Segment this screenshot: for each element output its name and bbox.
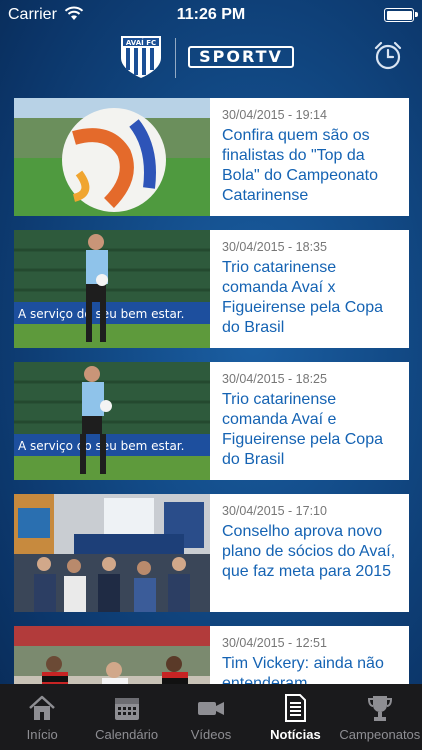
svg-text:AVAÍ FC: AVAÍ FC — [126, 38, 156, 47]
tab-inicio[interactable]: Início — [0, 684, 84, 750]
news-thumbnail — [14, 626, 210, 684]
alarm-clock-icon[interactable] — [372, 40, 404, 72]
news-date: 30/04/2015 - 12:51 — [222, 636, 327, 650]
news-title[interactable]: Tim Vickery: ainda não entenderam — [222, 654, 399, 684]
news-title[interactable]: Conselho aprova novo plano de sócios do … — [222, 522, 399, 582]
news-thumbnail: A serviço do seu bem estar. — [14, 362, 210, 480]
news-card[interactable]: 30/04/2015 - 12:51 Tim Vickery: ainda nã… — [14, 626, 409, 684]
news-title[interactable]: Trio catarinense comanda Avaí e Figueire… — [222, 390, 399, 470]
tab-campeonatos[interactable]: Campeonatos — [338, 684, 422, 750]
trophy-icon — [367, 696, 392, 721]
news-title[interactable]: Confira quem são os finalistas do "Top d… — [222, 126, 399, 206]
tab-label: Calendário — [95, 727, 159, 742]
club-crest-logo: AVAÍ FC — [121, 36, 161, 78]
tab-label: Campeonatos — [339, 727, 421, 742]
tab-bar: Início Calendário Vídeos Notícias Campeo… — [0, 684, 422, 750]
tab-label: Vídeos — [190, 727, 232, 742]
tab-label: Notícias — [270, 727, 321, 742]
header-divider — [175, 38, 176, 78]
news-thumbnail — [14, 494, 210, 612]
news-date: 30/04/2015 - 18:35 — [222, 240, 327, 254]
news-card[interactable]: A serviço do seu bem estar. 30/04/2015 -… — [14, 230, 409, 348]
news-list[interactable]: 30/04/2015 - 19:14 Confira quem são os f… — [0, 98, 422, 684]
app-header: AVAÍ FC SPORTV — [0, 30, 422, 86]
status-bar: Carrier 11:26 PM — [0, 0, 422, 30]
tab-videos[interactable]: Vídeos — [169, 684, 253, 750]
sportv-logo: SPORTV — [188, 46, 294, 68]
news-date: 30/04/2015 - 17:10 — [222, 504, 327, 518]
news-thumbnail: A serviço do seu bem estar. — [14, 230, 210, 348]
news-date: 30/04/2015 - 19:14 — [222, 108, 327, 122]
news-card[interactable]: 30/04/2015 - 19:14 Confira quem são os f… — [14, 98, 409, 216]
video-camera-icon — [198, 702, 225, 715]
news-date: 30/04/2015 - 18:25 — [222, 372, 327, 386]
clock-time: 11:26 PM — [176, 6, 246, 23]
news-card[interactable]: 30/04/2015 - 17:10 Conselho aprova novo … — [14, 494, 409, 612]
tab-noticias[interactable]: Notícias — [253, 684, 337, 750]
news-thumbnail — [14, 98, 210, 216]
battery-icon — [384, 8, 418, 22]
news-title[interactable]: Trio catarinense comanda Avaí x Figueire… — [222, 258, 399, 338]
news-card[interactable]: A serviço do seu bem estar. 30/04/2015 -… — [14, 362, 409, 480]
home-icon — [29, 695, 56, 720]
tab-calendario[interactable]: Calendário — [84, 684, 168, 750]
tab-label: Início — [26, 727, 58, 742]
calendar-icon — [114, 698, 139, 720]
news-document-icon — [285, 694, 307, 722]
